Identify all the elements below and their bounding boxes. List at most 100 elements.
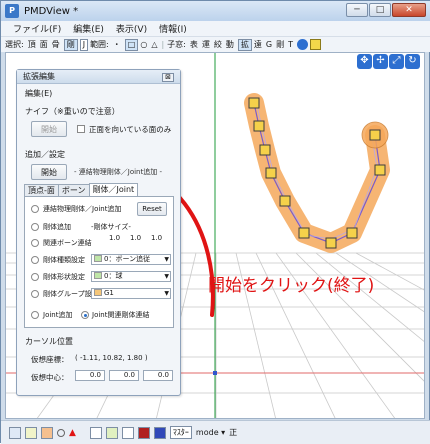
body-type-label: 剛体種類設定 bbox=[43, 256, 85, 264]
virtual-center-z[interactable]: 0.0 bbox=[143, 370, 173, 381]
body-size-z[interactable]: 1.0 bbox=[151, 234, 162, 242]
light-icon[interactable] bbox=[25, 426, 37, 439]
knife-start-button[interactable]: 開始 bbox=[31, 121, 67, 137]
model-color-icon[interactable] bbox=[41, 426, 53, 439]
origin-marker bbox=[213, 371, 217, 375]
front-only-checkbox[interactable] bbox=[77, 125, 85, 133]
move-icon[interactable]: ✥ bbox=[357, 54, 372, 69]
transform-gizmo: ✥ ✢ ⤢ ↻ bbox=[357, 54, 420, 69]
rotate-icon[interactable]: ↻ bbox=[405, 54, 420, 69]
body-size-x[interactable]: 1.0 bbox=[109, 234, 120, 242]
body-shape-select[interactable]: 0：球 ▼ bbox=[91, 271, 171, 282]
range-rect[interactable]: □ bbox=[124, 38, 139, 51]
subwindow-motion[interactable]: 運 bbox=[202, 39, 210, 50]
virtual-coord-value: ( -1.11, 10.82, 1.80 ) bbox=[75, 354, 148, 362]
joint-link-radio[interactable] bbox=[81, 311, 89, 319]
body-shape-swatch bbox=[94, 272, 102, 279]
pmdview-window: P PMDView * ─ □ ✕ ファイル(F) 編集(E) 表示(V) 情報… bbox=[0, 0, 430, 444]
subwindow-rigid[interactable]: 剛 bbox=[276, 39, 284, 50]
body-group-select[interactable]: G1 ▼ bbox=[91, 288, 171, 299]
body-shape-radio[interactable] bbox=[31, 273, 39, 281]
color-square-icon[interactable] bbox=[137, 426, 150, 439]
range-point[interactable]: ・ bbox=[113, 39, 121, 50]
camera-icon[interactable] bbox=[9, 426, 21, 439]
panel-title: 拡張編集 bbox=[17, 70, 180, 84]
window-title: PMDView * bbox=[24, 5, 79, 17]
reset-button[interactable]: Reset bbox=[137, 202, 167, 216]
body-size-label: -剛体サイズ- bbox=[91, 223, 131, 231]
virtual-coord-label: 仮想座標： bbox=[31, 355, 69, 364]
virtual-center-x[interactable]: 0.0 bbox=[75, 370, 105, 381]
title-bar: P PMDView * ─ □ ✕ bbox=[1, 1, 430, 21]
close-button[interactable]: ✕ bbox=[392, 3, 426, 17]
orientation-label[interactable]: 正 bbox=[229, 427, 237, 438]
select-bone[interactable]: 骨 bbox=[52, 39, 60, 50]
triangle-icon[interactable]: ▲ bbox=[69, 428, 76, 438]
chevron-down-icon: ▼ bbox=[164, 290, 169, 297]
add-start-button[interactable]: 開始 bbox=[31, 164, 67, 180]
chevron-down-icon: ▼ bbox=[164, 273, 169, 280]
front-only-label: 正面を向いている面のみ bbox=[89, 125, 172, 134]
info-icon[interactable] bbox=[296, 39, 308, 50]
body-type-select[interactable]: 0：ボーン追従 ▼ bbox=[91, 254, 171, 265]
subwindow-narrow[interactable]: 絞 bbox=[214, 39, 222, 50]
menu-view[interactable]: 表示(V) bbox=[116, 22, 147, 35]
move-xy-icon[interactable]: ✢ bbox=[373, 54, 388, 69]
subwindow-extend[interactable]: 拡 bbox=[237, 38, 252, 51]
menu-edit[interactable]: 編集(E) bbox=[73, 22, 104, 35]
select-face[interactable]: 面 bbox=[40, 39, 48, 50]
range-circle[interactable]: ○ bbox=[140, 40, 147, 49]
maximize-button[interactable]: □ bbox=[369, 3, 391, 17]
grid-toggle-icon[interactable] bbox=[89, 426, 102, 439]
mode-select[interactable]: mode ▾ bbox=[196, 428, 225, 437]
body-group-radio[interactable] bbox=[31, 290, 39, 298]
panel-menu-edit[interactable]: 編集(E) bbox=[25, 88, 52, 99]
select-rigid-body[interactable]: 剛 bbox=[63, 38, 78, 51]
toolbar: 選択: 頂 面 骨 剛 J 範囲: ・ □ ○ △ | 子窓: 表 運 絞 動 … bbox=[1, 36, 430, 52]
minimize-button[interactable]: ─ bbox=[346, 3, 368, 17]
menu-info[interactable]: 情報(I) bbox=[159, 22, 187, 35]
scale-icon[interactable]: ⤢ bbox=[389, 54, 404, 69]
subwindow-t[interactable]: T bbox=[288, 40, 293, 49]
linked-physics-label: 連結物理剛体／Joint追加 bbox=[43, 205, 122, 213]
grid-icon[interactable] bbox=[309, 39, 321, 50]
annotation-text: 開始をクリック(終了) bbox=[208, 276, 375, 296]
axis-icon[interactable] bbox=[121, 426, 134, 439]
panel-close-button[interactable]: ⊠ bbox=[162, 73, 174, 82]
body-group-swatch bbox=[94, 289, 102, 296]
add-description: - 連結物理剛体／Joint追加 - bbox=[74, 168, 162, 176]
app-icon: P bbox=[5, 4, 19, 18]
blue-square-icon[interactable] bbox=[153, 426, 166, 439]
joint-add-radio[interactable] bbox=[31, 311, 39, 319]
linked-physics-radio[interactable] bbox=[31, 205, 39, 213]
body-size-y[interactable]: 1.0 bbox=[130, 234, 141, 242]
radio-icon[interactable] bbox=[57, 428, 65, 437]
floor-icon[interactable] bbox=[105, 426, 118, 439]
add-settings-label: 追加／設定 bbox=[25, 150, 65, 159]
cursor-position-label: カーソル位置 bbox=[25, 337, 73, 346]
add-body-radio[interactable] bbox=[31, 223, 39, 231]
select-joint[interactable]: J bbox=[79, 38, 89, 51]
body-shape-label: 剛体形状設定 bbox=[43, 273, 85, 281]
range-triangle[interactable]: △ bbox=[151, 40, 157, 49]
add-body-label: 剛体追加 bbox=[43, 223, 71, 231]
subwindow-move[interactable]: 動 bbox=[226, 39, 234, 50]
menu-bar: ファイル(F) 編集(E) 表示(V) 情報(I) bbox=[1, 21, 430, 36]
joint-add-label: Joint追加 bbox=[43, 311, 73, 319]
related-bone-radio[interactable] bbox=[31, 239, 39, 247]
menu-file[interactable]: ファイル(F) bbox=[13, 22, 61, 35]
subwindow-label: 子窓: bbox=[167, 40, 186, 49]
body-type-radio[interactable] bbox=[31, 256, 39, 264]
subwindow-table[interactable]: 表 bbox=[190, 39, 198, 50]
tab-rigid-joint[interactable]: 剛体／Joint bbox=[88, 183, 139, 196]
extended-edit-panel: 拡張編集 ⊠ 編集(E) ナイフ（※重いので注意） 開始 正面を向いている面のみ… bbox=[16, 69, 181, 396]
subwindow-far[interactable]: 遠 bbox=[254, 39, 262, 50]
select-label: 選択: bbox=[5, 40, 24, 49]
rigid-joint-page: 連結物理剛体／Joint追加 Reset 剛体追加 -剛体サイズ- 関連ボーン連… bbox=[24, 196, 174, 328]
master-label[interactable]: ﾏｽﾀｰ bbox=[169, 426, 192, 439]
select-vertex[interactable]: 頂 bbox=[28, 39, 36, 50]
virtual-center-y[interactable]: 0.0 bbox=[109, 370, 139, 381]
range-label: 範囲: bbox=[90, 40, 109, 49]
knife-label: ナイフ（※重いので注意） bbox=[25, 107, 120, 116]
subwindow-g[interactable]: G bbox=[266, 40, 272, 49]
